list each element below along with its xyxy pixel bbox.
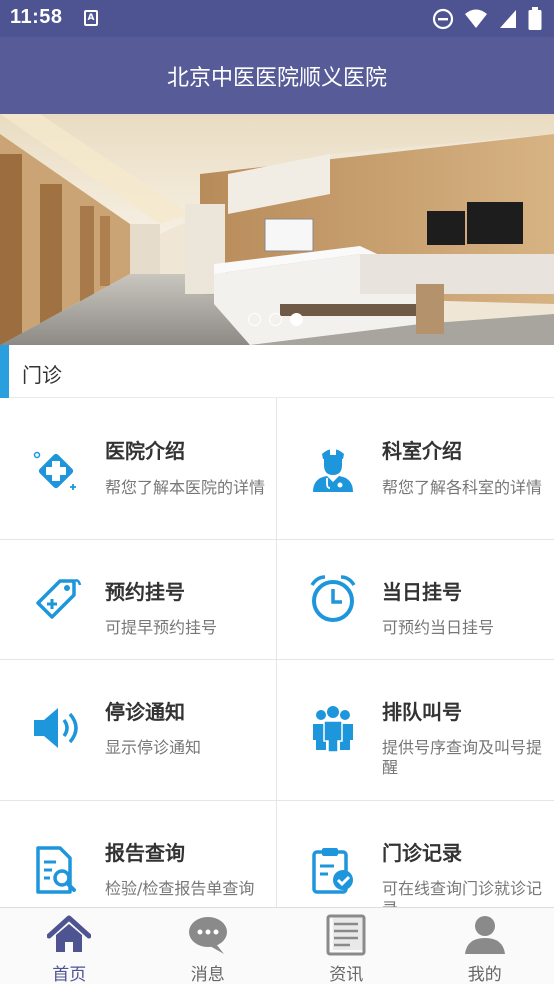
service-title: 排队叫号 <box>382 700 462 724</box>
status-time: 11:58 <box>10 6 63 28</box>
home-icon <box>47 915 92 952</box>
service-same-day[interactable]: 当日挂号 可预约当日挂号 <box>277 540 554 660</box>
service-clinic-records[interactable]: 门诊记录 可在线查询门诊就诊记录 <box>277 801 554 907</box>
service-desc: 可在线查询门诊就诊记录 <box>382 879 543 907</box>
nav-home[interactable]: 首页 <box>0 908 139 984</box>
service-desc: 显示停诊通知 <box>105 738 202 757</box>
nav-messages[interactable]: 消息 <box>139 908 278 984</box>
carousel-dot[interactable] <box>248 313 261 326</box>
people-queue-icon <box>313 706 353 753</box>
chat-icon <box>188 917 227 954</box>
nav-profile[interactable]: 我的 <box>416 908 554 984</box>
service-report-query[interactable]: 报告查询 检验/检查报告单查询 <box>0 801 277 907</box>
services-grid: 医院介绍 帮您了解本医院的详情 科室介绍 帮您了解各科室的详情 预约挂号 可提早… <box>0 398 554 907</box>
bottom-nav: 首页 消息 资讯 我的 <box>0 907 554 984</box>
service-title: 科室介绍 <box>382 439 462 463</box>
section-accent-bar <box>0 345 9 398</box>
service-title: 医院介绍 <box>105 439 185 463</box>
nav-label: 我的 <box>467 965 502 984</box>
nav-label: 消息 <box>190 965 225 984</box>
news-icon <box>326 914 366 956</box>
alarm-clock-icon <box>310 575 356 622</box>
service-desc: 检验/检查报告单查询 <box>105 879 255 898</box>
service-hospital-intro[interactable]: 医院介绍 帮您了解本医院的详情 <box>0 398 277 540</box>
service-title: 当日挂号 <box>382 580 462 604</box>
service-department-intro[interactable]: 科室介绍 帮您了解各科室的详情 <box>277 398 554 540</box>
service-queue[interactable]: 排队叫号 提供号序查询及叫号提醒 <box>277 660 554 801</box>
nav-news[interactable]: 资讯 <box>277 908 416 984</box>
status-bar: 11:58 A <box>0 0 554 37</box>
service-suspension-notice[interactable]: 停诊通知 显示停诊通知 <box>0 660 277 801</box>
clipboard-check-icon <box>312 848 353 894</box>
service-desc: 可提早预约挂号 <box>105 618 218 637</box>
service-desc: 帮您了解各科室的详情 <box>382 478 543 497</box>
service-title: 报告查询 <box>105 841 185 865</box>
app-header: 北京中医医院顺义医院 <box>0 37 554 114</box>
page-title: 北京中医医院顺义医院 <box>166 66 387 91</box>
tag-icon <box>36 579 82 619</box>
carousel-dot[interactable] <box>269 313 282 326</box>
service-desc: 提供号序查询及叫号提醒 <box>382 738 543 777</box>
service-appointment[interactable]: 预约挂号 可提早预约挂号 <box>0 540 277 660</box>
service-title: 预约挂号 <box>105 580 185 604</box>
wifi-icon <box>465 9 487 28</box>
service-title: 门诊记录 <box>382 841 462 865</box>
carousel-indicator <box>248 313 303 326</box>
nav-label: 资讯 <box>329 965 364 984</box>
nav-label: 首页 <box>52 965 87 984</box>
status-icons <box>432 7 542 31</box>
service-desc: 可预约当日挂号 <box>382 618 495 637</box>
report-search-icon <box>36 846 76 894</box>
banner-image <box>0 114 554 345</box>
notification-a-icon: A <box>84 10 98 26</box>
speaker-icon <box>34 708 78 748</box>
section-header: 门诊 <box>0 345 554 398</box>
banner-carousel[interactable] <box>0 114 554 345</box>
battery-icon <box>528 7 542 30</box>
doctor-icon <box>313 449 353 492</box>
carousel-dot-active[interactable] <box>290 313 303 326</box>
section-title: 门诊 <box>22 363 62 387</box>
service-title: 停诊通知 <box>105 700 185 724</box>
cell-signal-icon <box>500 10 516 28</box>
hospital-cross-icon <box>33 451 76 490</box>
service-desc: 帮您了解本医院的详情 <box>105 478 266 497</box>
user-icon <box>464 916 505 954</box>
do-not-disturb-icon <box>432 8 454 30</box>
